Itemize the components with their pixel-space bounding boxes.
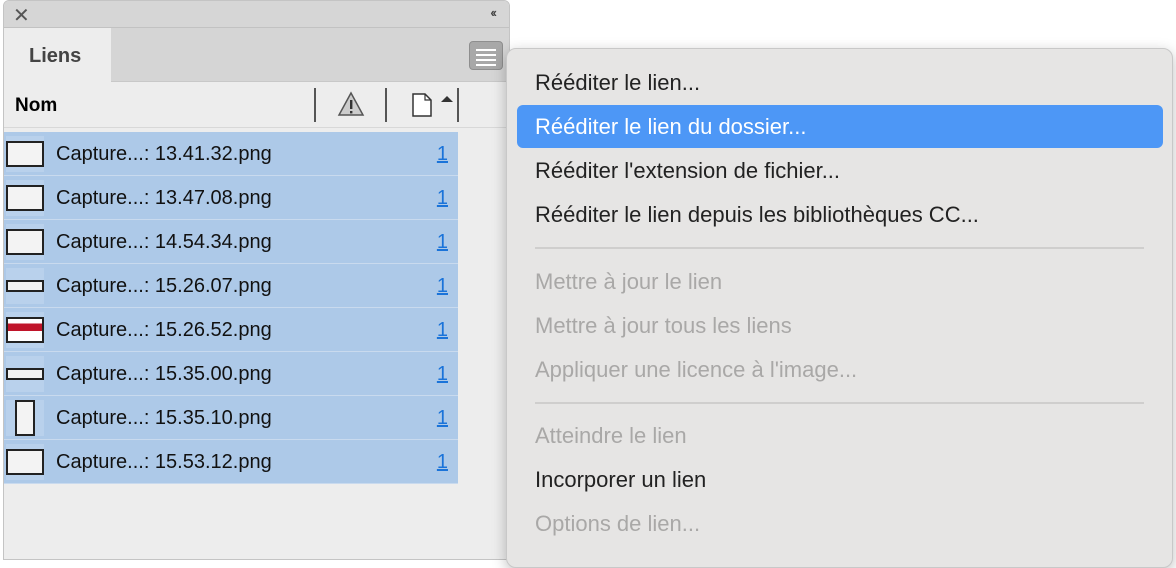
page-icon[interactable] bbox=[411, 93, 433, 117]
column-name[interactable]: Nom bbox=[15, 95, 57, 117]
thumbnail bbox=[6, 180, 44, 216]
page-link[interactable]: 1 bbox=[437, 363, 448, 386]
sort-ascending-icon[interactable] bbox=[441, 96, 453, 102]
page-link[interactable]: 1 bbox=[437, 143, 448, 166]
link-row[interactable]: Capture...: 13.41.32.png 1 bbox=[4, 132, 458, 176]
link-row[interactable]: Capture...: 13.47.08.png 1 bbox=[4, 176, 458, 220]
tab-row: Liens bbox=[4, 28, 509, 82]
link-name: Capture...: 15.26.52.png bbox=[56, 319, 272, 341]
menu-item[interactable]: Rééditer l'extension de fichier... bbox=[517, 149, 1163, 192]
menu-item[interactable]: Rééditer le lien du dossier... bbox=[517, 105, 1163, 148]
page-link[interactable]: 1 bbox=[437, 231, 448, 254]
menu-item: Mettre à jour le lien bbox=[535, 269, 723, 294]
link-name: Capture...: 14.54.34.png bbox=[56, 231, 272, 253]
thumbnail bbox=[6, 224, 44, 260]
thumbnail bbox=[6, 268, 44, 304]
link-row[interactable]: Capture...: 15.26.52.png 1 bbox=[4, 308, 458, 352]
context-menu: Rééditer le lien... Rééditer le lien du d… bbox=[506, 48, 1173, 568]
menu-separator bbox=[535, 402, 1144, 404]
page-link[interactable]: 1 bbox=[437, 187, 448, 210]
column-header: Nom bbox=[4, 82, 509, 128]
menu-item[interactable]: Rééditer le lien... bbox=[517, 61, 1163, 104]
warning-icon[interactable] bbox=[337, 91, 365, 117]
link-row[interactable]: Capture...: 15.26.07.png 1 bbox=[4, 264, 458, 308]
menu-separator bbox=[535, 247, 1144, 249]
column-divider bbox=[385, 88, 387, 122]
menu-item[interactable]: Incorporer un lien bbox=[517, 458, 1163, 501]
menu-item[interactable]: Rééditer le lien depuis les bibliothèque… bbox=[517, 193, 1163, 236]
panel-titlebar: ✕ ‹‹ bbox=[4, 1, 509, 28]
menu-item: Mettre à jour tous les liens bbox=[535, 313, 792, 338]
link-name: Capture...: 15.35.10.png bbox=[56, 407, 272, 429]
thumbnail bbox=[6, 136, 44, 172]
menu-item: Appliquer une licence à l'image... bbox=[535, 357, 858, 382]
link-name: Capture...: 13.41.32.png bbox=[56, 143, 272, 165]
page-link[interactable]: 1 bbox=[437, 451, 448, 474]
link-name: Capture...: 15.35.00.png bbox=[56, 363, 272, 385]
link-name: Capture...: 13.47.08.png bbox=[56, 187, 272, 209]
link-row[interactable]: Capture...: 14.54.34.png 1 bbox=[4, 220, 458, 264]
column-divider bbox=[457, 88, 459, 122]
column-divider bbox=[314, 88, 316, 122]
menu-item: Options de lien... bbox=[535, 511, 701, 536]
link-row[interactable]: Capture...: 15.53.12.png 1 bbox=[4, 440, 458, 484]
link-row[interactable]: Capture...: 15.35.00.png 1 bbox=[4, 352, 458, 396]
links-list: Capture...: 13.41.32.png 1 Capture...: 13.… bbox=[4, 132, 458, 484]
page-link[interactable]: 1 bbox=[437, 407, 448, 430]
page-link[interactable]: 1 bbox=[437, 319, 448, 342]
collapse-icon[interactable]: ‹‹ bbox=[490, 5, 497, 20]
thumbnail bbox=[6, 312, 44, 348]
link-name: Capture...: 15.26.07.png bbox=[56, 275, 272, 297]
thumbnail bbox=[6, 356, 44, 392]
panel-menu-button[interactable] bbox=[469, 41, 503, 70]
thumbnail bbox=[6, 400, 44, 436]
link-name: Capture...: 15.53.12.png bbox=[56, 451, 272, 473]
close-icon[interactable]: ✕ bbox=[13, 3, 30, 28]
tab-liens[interactable]: Liens bbox=[4, 28, 111, 82]
menu-item: Atteindre le lien bbox=[535, 423, 687, 448]
page-link[interactable]: 1 bbox=[437, 275, 448, 298]
link-row[interactable]: Capture...: 15.35.10.png 1 bbox=[4, 396, 458, 440]
thumbnail bbox=[6, 444, 44, 480]
